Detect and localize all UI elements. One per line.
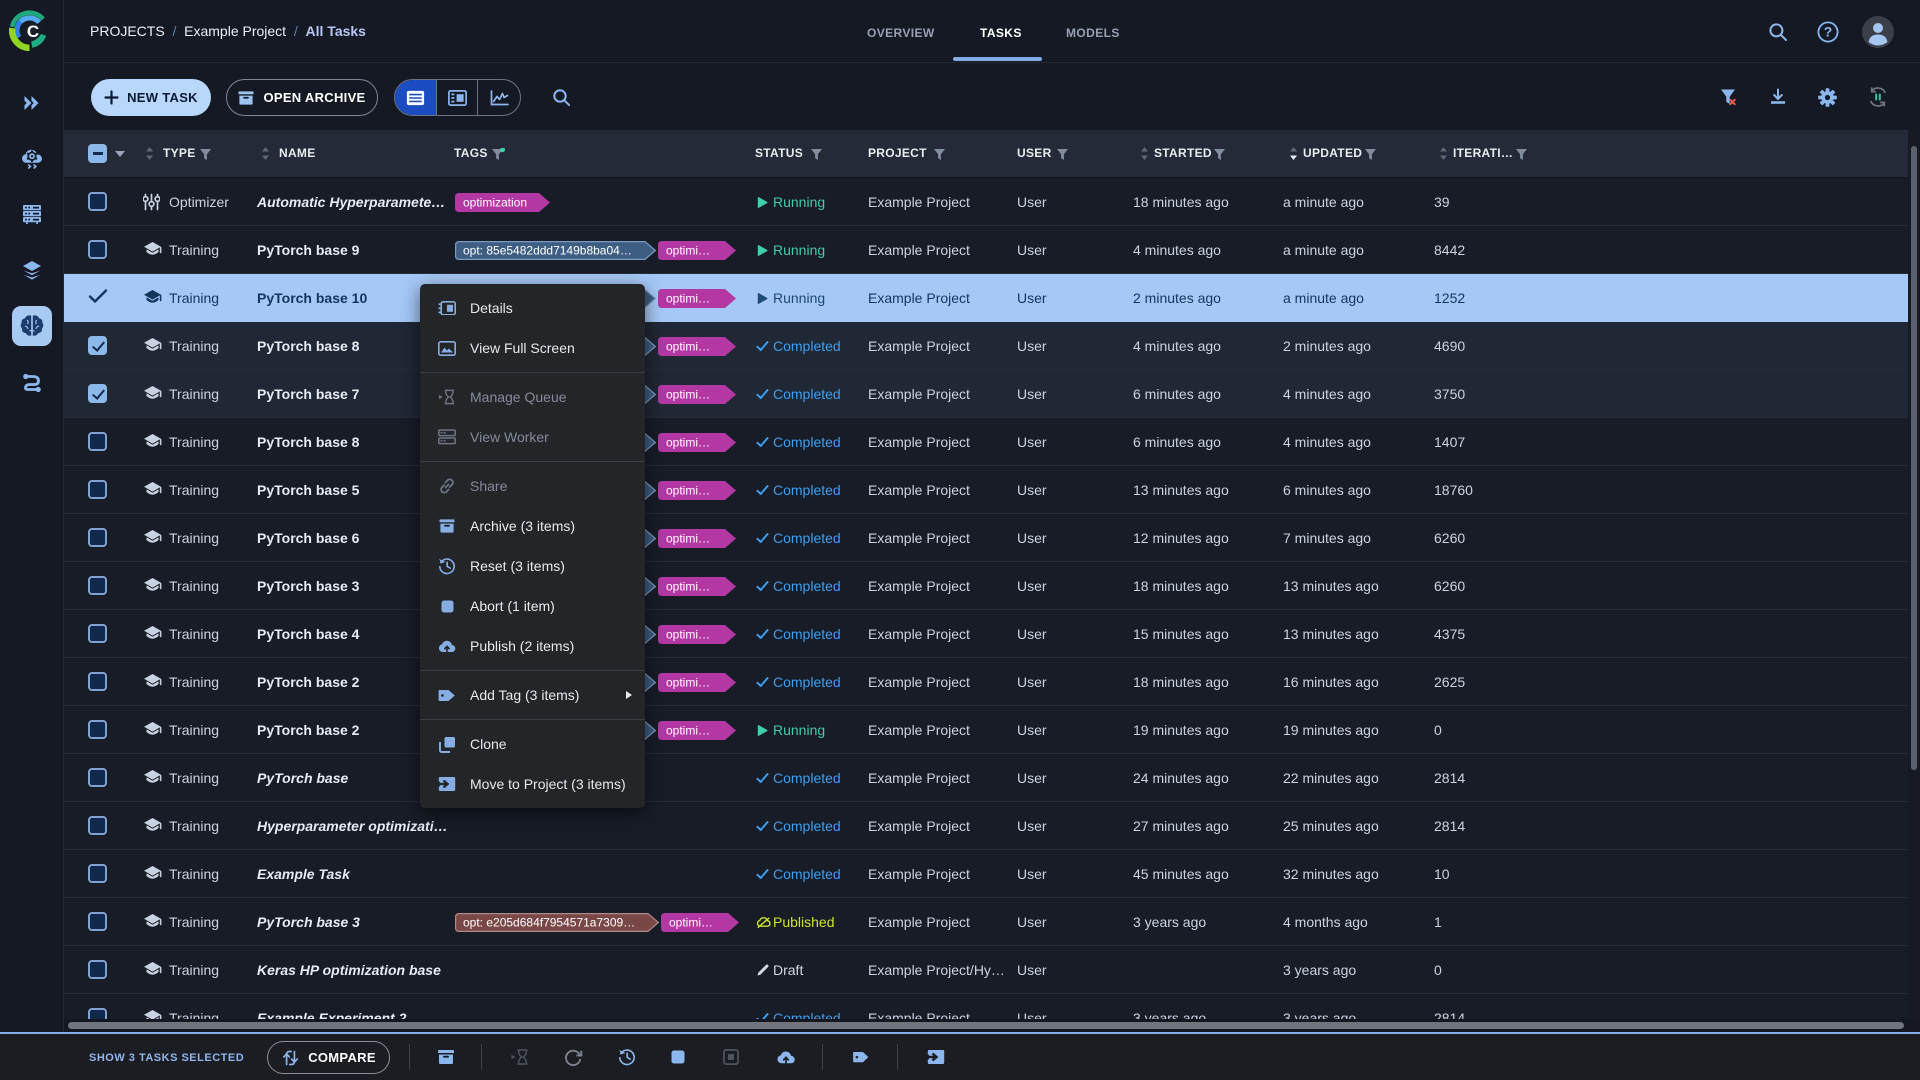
svg-text:optimi…: optimi…	[666, 579, 710, 593]
svg-text:optimi…: optimi…	[666, 675, 710, 689]
svg-text:optimi…: optimi…	[666, 627, 710, 641]
svg-text:C: C	[27, 22, 39, 41]
svg-text:optimi…: optimi…	[666, 387, 710, 401]
svg-text:optimi…: optimi…	[666, 483, 710, 497]
svg-text:opt: 85e5482ddd7149b8ba04…: opt: 85e5482ddd7149b8ba04…	[463, 243, 632, 257]
svg-text:optimi…: optimi…	[669, 915, 713, 929]
svg-text:optimi…: optimi…	[666, 291, 710, 305]
svg-text:optimi…: optimi…	[666, 531, 710, 545]
svg-text:opt: e205d684f7954571a7309…: opt: e205d684f7954571a7309…	[463, 915, 635, 929]
svg-text:optimi…: optimi…	[666, 723, 710, 737]
svg-text:optimi…: optimi…	[666, 435, 710, 449]
svg-text:optimization: optimization	[463, 195, 527, 209]
svg-text:optimi…: optimi…	[666, 243, 710, 257]
svg-text:optimi…: optimi…	[666, 339, 710, 353]
